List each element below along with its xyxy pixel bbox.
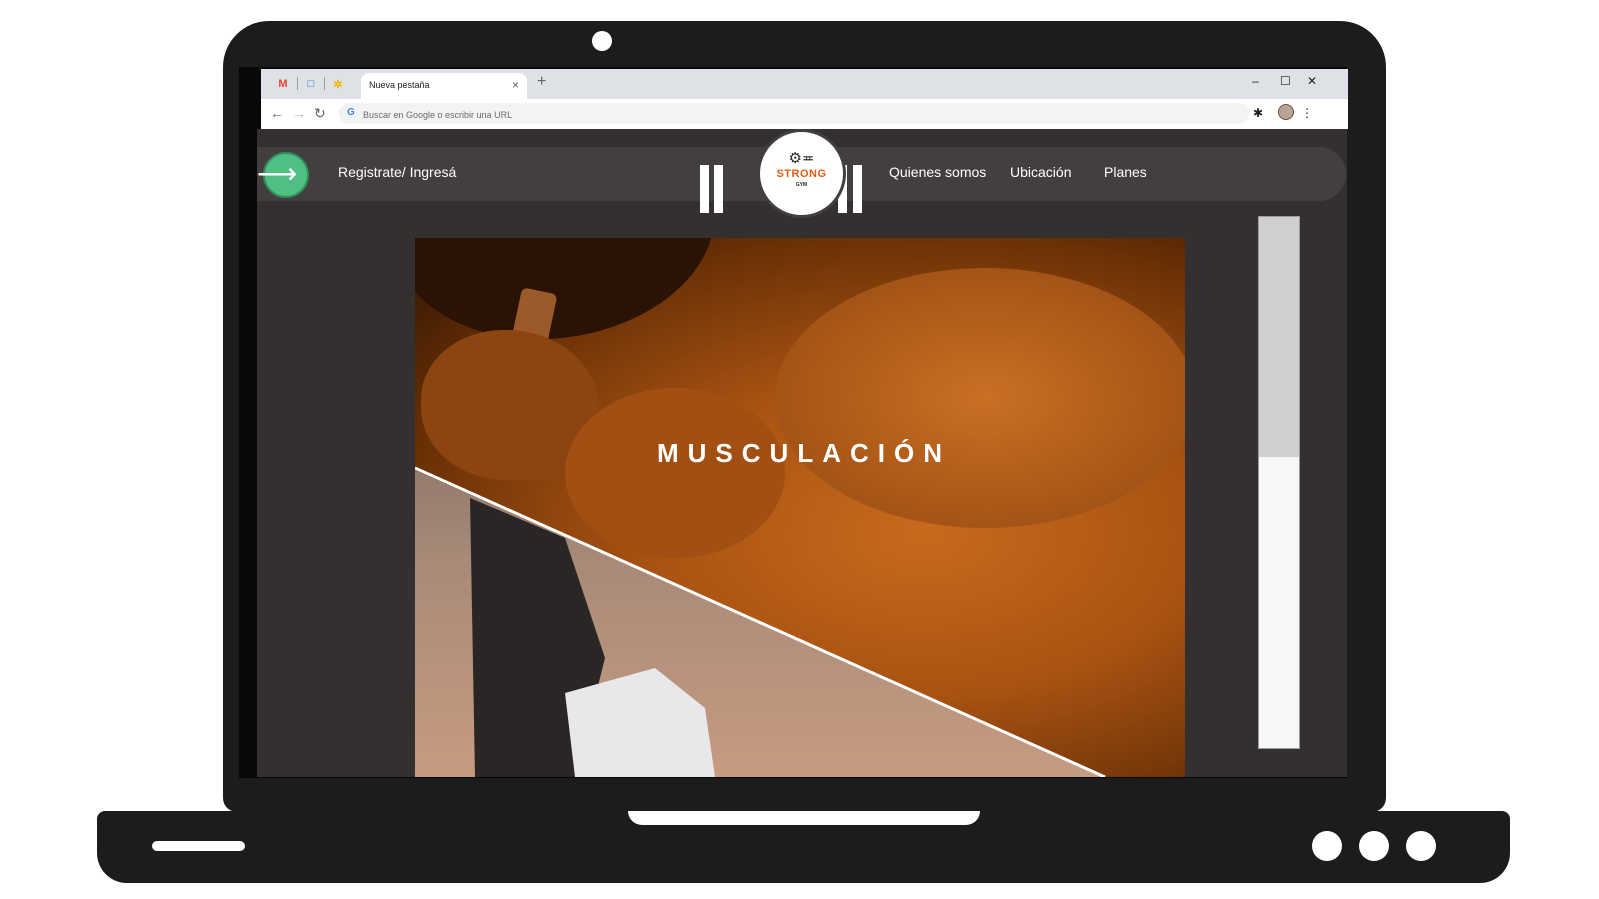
close-icon[interactable]: × bbox=[512, 78, 519, 92]
logo-bar-decoration bbox=[714, 165, 723, 213]
minimize-icon[interactable]: – bbox=[1252, 74, 1259, 88]
browser-toolbar: ← → ↻ G ✱ ⋮ bbox=[261, 99, 1348, 129]
logo-name: STRONG bbox=[776, 168, 827, 180]
laptop-notch bbox=[628, 811, 980, 825]
menu-kebab-icon[interactable]: ⋮ bbox=[1301, 106, 1313, 120]
nav-quienes-somos[interactable]: Quienes somos bbox=[889, 164, 986, 180]
back-arrow-icon[interactable]: ← bbox=[270, 105, 284, 121]
gmail-icon[interactable]: M bbox=[275, 77, 291, 91]
pinned-tab-divider bbox=[324, 77, 325, 90]
photos-icon[interactable]: ✲ bbox=[330, 77, 346, 91]
maximize-icon[interactable]: ☐ bbox=[1280, 74, 1291, 88]
register-login-link[interactable]: Registrate/ Ingresá bbox=[338, 164, 456, 180]
google-icon: G bbox=[347, 107, 355, 118]
logo-bar-decoration bbox=[853, 165, 862, 213]
forward-arrow-icon[interactable]: → bbox=[292, 105, 306, 121]
tab-nueva-pestana[interactable]: Nueva pestaña × bbox=[361, 73, 527, 99]
hero-banner: MUSCULACIÓN bbox=[415, 238, 1185, 777]
nav-planes[interactable]: Planes bbox=[1104, 164, 1147, 180]
dumbbell-icon: ⚙≖ bbox=[788, 150, 815, 167]
extensions-icon[interactable]: ✱ bbox=[1253, 106, 1263, 120]
scrollbar-track[interactable] bbox=[1258, 216, 1300, 749]
hero-divider-line bbox=[415, 466, 1106, 777]
close-window-icon[interactable]: ✕ bbox=[1307, 74, 1317, 88]
laptop-indicator-dot bbox=[1359, 831, 1389, 861]
meet-icon[interactable]: □ bbox=[303, 77, 319, 91]
strong-gym-logo[interactable]: ⚙≖ STRONG GYM bbox=[757, 129, 846, 218]
arrow-right-icon: ⟶ bbox=[257, 158, 298, 189]
login-button[interactable]: ⟶ bbox=[257, 152, 309, 198]
nav-ubicacion[interactable]: Ubicación bbox=[1010, 164, 1071, 180]
new-tab-button[interactable]: + bbox=[537, 73, 546, 91]
profile-avatar[interactable] bbox=[1278, 104, 1294, 120]
hero-title: MUSCULACIÓN bbox=[657, 438, 951, 468]
laptop-indicator-dot bbox=[1406, 831, 1436, 861]
reload-icon[interactable]: ↻ bbox=[314, 105, 326, 122]
scrollbar-thumb[interactable] bbox=[1259, 217, 1299, 457]
address-bar-input[interactable] bbox=[361, 105, 1225, 124]
webcam-dot bbox=[592, 31, 612, 51]
browser-window: M □ ✲ Nueva pestaña × + – ☐ ✕ ← → ↻ G ✱ … bbox=[261, 69, 1348, 129]
laptop-side-slot bbox=[152, 841, 245, 851]
laptop-indicator-dot bbox=[1312, 831, 1342, 861]
logo-subtitle: GYM bbox=[795, 182, 808, 188]
tab-title: Nueva pestaña bbox=[369, 80, 430, 90]
gym-website: ⟶ Registrate/ Ingresá ⚙≖ STRONG GYM Quie… bbox=[257, 129, 1347, 777]
pinned-tab-divider bbox=[297, 77, 298, 90]
logo-bar-decoration bbox=[700, 165, 709, 213]
tab-strip: M □ ✲ Nueva pestaña × + – ☐ ✕ bbox=[261, 69, 1348, 99]
site-navbar: ⟶ Registrate/ Ingresá ⚙≖ STRONG GYM Quie… bbox=[257, 129, 1346, 218]
omnibox[interactable]: G bbox=[339, 103, 1249, 124]
